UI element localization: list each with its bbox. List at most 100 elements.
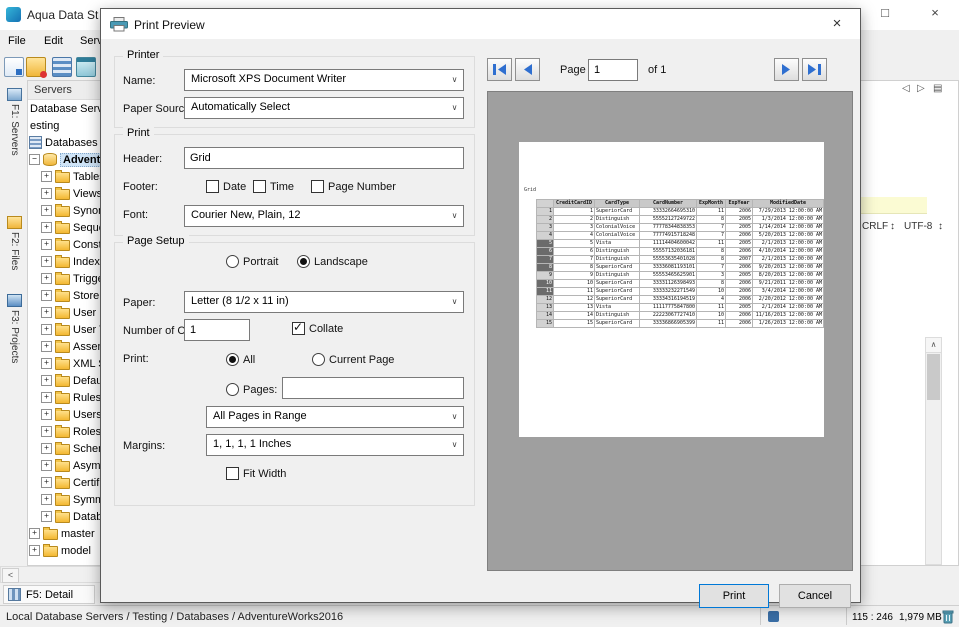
document-list-icon[interactable]: ▤ [933, 83, 942, 94]
menu-edit[interactable]: Edit [44, 35, 63, 47]
preview-column-header: ExpYear [725, 199, 753, 208]
expand-icon[interactable] [41, 290, 52, 301]
current-page-radio[interactable] [312, 353, 325, 366]
close-window-button[interactable]: × [916, 2, 954, 24]
tree-horizontal-scrollbar[interactable]: < [0, 566, 105, 583]
preview-area: Grid CreditCardID CardType CardNumber ExpMo… [487, 91, 853, 571]
expand-icon[interactable] [41, 222, 52, 233]
collapse-icon[interactable] [29, 154, 40, 165]
landscape-radio[interactable] [297, 255, 310, 268]
preview-column-header: ModifiedDate [752, 199, 824, 208]
memory-usage: 1,979 MB [899, 612, 942, 623]
menu-file[interactable]: File [8, 35, 26, 47]
collate-checkbox[interactable] [292, 320, 305, 335]
copies-input[interactable] [184, 319, 250, 341]
new-document-icon[interactable] [4, 57, 24, 77]
expand-icon[interactable] [41, 205, 52, 216]
encoding-updown-icon: ↕ [938, 221, 943, 232]
expand-icon[interactable] [41, 256, 52, 267]
expand-icon[interactable] [41, 460, 52, 471]
expand-icon[interactable] [41, 341, 52, 352]
expand-icon[interactable] [41, 188, 52, 199]
last-page-icon [808, 64, 821, 75]
preview-row: 6 6 Distinguish 55557132036181 8 2006 4/10/201… [536, 247, 824, 256]
row-number: 11 [536, 287, 554, 296]
sidebar-tab-files[interactable]: F2: Files [9, 232, 20, 270]
chevron-down-icon [446, 206, 463, 226]
nav-forward-icon[interactable]: ▷ [917, 83, 925, 94]
expand-icon[interactable] [41, 511, 52, 522]
folder-icon [55, 221, 70, 234]
preview-row: 10 10 SuperiorCard 33331126398493 8 2006 9/21/… [536, 279, 824, 288]
printer-name-select[interactable]: Microsoft XPS Document Writer [184, 69, 464, 91]
line-ending-selector[interactable]: CRLF [862, 221, 888, 232]
scroll-left-icon[interactable]: < [2, 568, 19, 583]
dialog-close-button[interactable]: × [820, 9, 854, 39]
row-number: 4 [536, 231, 554, 240]
expand-icon[interactable] [41, 375, 52, 386]
expand-icon[interactable] [41, 273, 52, 284]
header-input[interactable] [184, 147, 464, 169]
nav-back-icon[interactable]: ◁ [902, 83, 910, 94]
page-number-checkbox[interactable] [311, 180, 324, 193]
pages-range-select[interactable]: All Pages in Range [206, 406, 464, 428]
date-checkbox[interactable] [206, 180, 219, 193]
expand-icon[interactable] [41, 358, 52, 369]
expand-icon[interactable] [29, 545, 40, 556]
maximize-button[interactable]: □ [866, 2, 904, 24]
scrollbar-thumb[interactable] [927, 354, 940, 400]
editor-vertical-scrollbar[interactable]: ∧ [925, 337, 942, 565]
sidebar-tab-projects[interactable]: F3: Projects [9, 310, 20, 363]
folder-icon [43, 544, 58, 557]
folder-icon [55, 306, 70, 319]
expand-icon[interactable] [41, 426, 52, 437]
time-checkbox[interactable] [253, 180, 266, 193]
fit-width-checkbox[interactable] [226, 467, 239, 480]
tab-detail[interactable]: F5: Detail [3, 585, 95, 604]
expand-icon[interactable] [41, 324, 52, 335]
detail-tab-label: F5: Detail [26, 588, 74, 601]
paper-source-select[interactable]: Automatically Select [184, 97, 464, 119]
encoding-selector[interactable]: UTF-8 [904, 221, 932, 232]
preview-row: 9 9 Distinguish 55553465625901 3 2005 8/20/201… [536, 271, 824, 280]
pages-radio[interactable] [226, 383, 239, 396]
expand-icon[interactable] [41, 477, 52, 488]
portrait-radio[interactable] [226, 255, 239, 268]
chevron-down-icon [446, 98, 463, 118]
register-server-icon[interactable] [26, 57, 47, 78]
paper-size-select[interactable]: Letter (8 1/2 x 11 in) [184, 291, 464, 313]
font-select[interactable]: Courier New, Plain, 12 [184, 205, 464, 227]
page-setup-legend: Page Setup [123, 235, 189, 247]
expand-icon[interactable] [41, 494, 52, 505]
preview-row: 13 13 Vista 11117775847800 11 2005 2/1/2014 12… [536, 303, 824, 312]
expand-icon[interactable] [41, 307, 52, 318]
print-button[interactable]: Print [699, 584, 769, 608]
last-page-button[interactable] [802, 58, 827, 81]
page-number-input[interactable] [588, 59, 638, 81]
expand-icon[interactable] [41, 392, 52, 403]
trash-icon[interactable] [941, 609, 955, 627]
print-preview-dialog: Print Preview × Printer Name: Microsoft … [100, 8, 861, 608]
expand-icon[interactable] [29, 528, 40, 539]
expand-icon[interactable] [41, 171, 52, 182]
preview-column-header: CreditCardID [553, 199, 595, 208]
folder-icon [55, 425, 70, 438]
sidebar-tab-servers[interactable]: F1: Servers [9, 104, 20, 156]
cancel-button[interactable]: Cancel [779, 584, 851, 608]
scroll-up-icon[interactable]: ∧ [926, 338, 941, 353]
previous-page-button[interactable] [515, 58, 540, 81]
first-page-button[interactable] [487, 58, 512, 81]
expand-icon[interactable] [41, 443, 52, 454]
dialog-titlebar: Print Preview × [101, 9, 860, 39]
schema-browser-icon[interactable] [52, 57, 72, 77]
font-label: Font: [123, 209, 149, 221]
margins-select[interactable]: 1, 1, 1, 1 Inches [206, 434, 464, 456]
pages-input[interactable] [282, 377, 464, 399]
row-number: 5 [536, 239, 554, 248]
next-page-button[interactable] [774, 58, 799, 81]
expand-icon[interactable] [41, 239, 52, 250]
status-separator [760, 608, 761, 625]
query-window-icon[interactable] [76, 57, 96, 77]
expand-icon[interactable] [41, 409, 52, 420]
print-all-radio[interactable] [226, 353, 239, 366]
